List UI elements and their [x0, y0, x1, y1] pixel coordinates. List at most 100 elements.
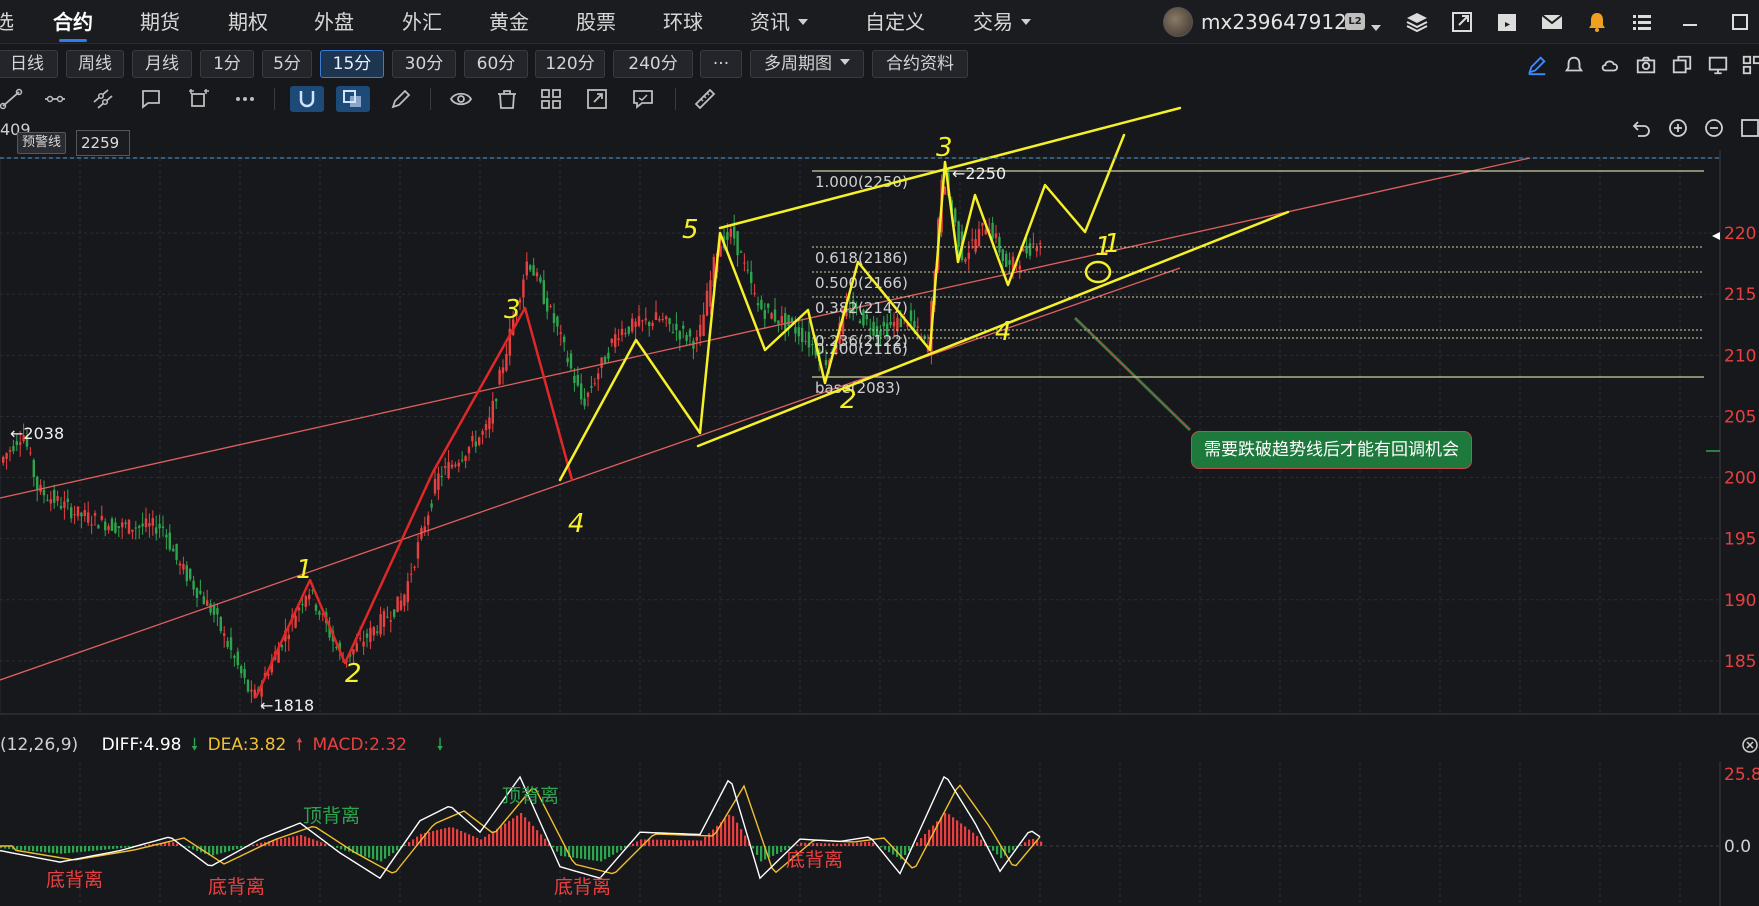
candle-down [134, 527, 137, 529]
annotation-pointer-border [1074, 317, 1191, 431]
candle-up [1032, 243, 1035, 245]
macd-histogram-bar [672, 839, 675, 846]
candle-down [824, 360, 828, 366]
candle-up [964, 258, 967, 262]
candle-up [362, 641, 365, 647]
candle-up [29, 452, 32, 454]
candle-up [396, 596, 399, 613]
candle-down [440, 475, 443, 478]
candle-up [702, 314, 705, 336]
macd-histogram-bar [804, 842, 807, 846]
candle-down [168, 532, 171, 550]
macd-histogram-bar [652, 839, 655, 846]
candle-down [1001, 249, 1004, 262]
macd-histogram-bar [112, 846, 115, 849]
undo-icon[interactable] [1632, 121, 1650, 137]
candle-down [209, 603, 212, 613]
candle-down [529, 265, 532, 270]
macd-histogram-bar [600, 846, 603, 862]
candle-up [804, 340, 807, 342]
candle-up [974, 239, 977, 252]
zoom-in-icon[interactable] [1669, 119, 1687, 137]
macd-histogram-bar [512, 818, 515, 846]
macd-histogram-bar [316, 840, 319, 846]
macd-histogram-bar [432, 831, 435, 846]
zoom-out-icon[interactable] [1705, 119, 1723, 137]
macd-histogram-bar [192, 846, 195, 850]
macd-histogram-bar [524, 817, 527, 846]
y-axis-tick-label: 190 [1724, 591, 1756, 611]
macd-histogram-bar [488, 834, 491, 846]
macd-histogram-bar [560, 846, 563, 856]
alert-line-tag[interactable]: 预警线 [17, 132, 67, 154]
macd-histogram-bar [532, 825, 535, 846]
hand-drawn-annotations: 12345 12341 [254, 106, 1290, 699]
macd-histogram-bar [992, 846, 995, 851]
macd-histogram-bar [100, 846, 103, 851]
macd-histogram-bar [552, 846, 555, 848]
macd-histogram-bar [556, 846, 559, 852]
candle-up [892, 321, 896, 327]
candle-up [450, 464, 454, 468]
close-icon[interactable] [1742, 737, 1758, 753]
candle-down [576, 374, 579, 386]
candle-down [957, 221, 960, 247]
expand-icon[interactable] [1741, 119, 1759, 137]
macd-histogram-bar [396, 846, 399, 851]
macd-histogram-bar [184, 846, 187, 847]
candle-down [280, 645, 284, 648]
candle-down [569, 353, 573, 369]
macd-histogram-bar [80, 846, 83, 852]
candle-up [63, 501, 66, 508]
macd-histogram-bar [604, 846, 607, 860]
candle-up [304, 596, 307, 607]
candle-up [481, 431, 484, 435]
annotation-box[interactable]: 需要跌破趋势线后才能有回调机会 [1191, 431, 1472, 469]
candle-up [467, 446, 471, 454]
alert-value-input[interactable]: 2259 [76, 130, 130, 156]
candle-up [287, 634, 290, 640]
candle-up [447, 462, 450, 479]
candle-down [124, 522, 127, 525]
candle-down [430, 503, 433, 508]
candle-down [236, 651, 239, 666]
candle-down [563, 336, 566, 343]
macd-histogram-bar [144, 845, 147, 846]
candle-down [590, 386, 593, 388]
candle-up [403, 594, 406, 606]
candle-down [376, 631, 379, 633]
macd-histogram-bar [1040, 841, 1043, 846]
kline-chart[interactable]: 1.000(2250)0.618(2186)0.500(2166)0.382(2… [0, 0, 1759, 906]
price-marker-label: ←2250 [952, 164, 1006, 183]
candle-up [478, 437, 481, 445]
macd-histogram-bar [388, 846, 391, 856]
macd-histogram-bar [740, 829, 743, 846]
macd-histogram-bar [756, 846, 759, 855]
macd-histogram-bar [520, 813, 523, 846]
candle-down [858, 320, 862, 324]
candle-up [709, 280, 712, 307]
candle-down [199, 590, 202, 594]
candle-up [294, 615, 297, 628]
candle-down [301, 603, 304, 605]
candle-down [42, 489, 46, 496]
macd-histogram-bar [832, 843, 835, 846]
macd-histogram-bar [360, 846, 363, 856]
macd-histogram-bar [40, 846, 43, 852]
candle-down [539, 277, 542, 282]
candle-up [2, 456, 5, 463]
macd-histogram-bar [772, 846, 775, 856]
fib-level-label: 0.200(2116) [815, 340, 908, 358]
macd-histogram-bar [172, 842, 175, 846]
candle-down [158, 523, 161, 529]
macd-histogram-bar [696, 840, 699, 846]
macd-histogram-bar [732, 816, 735, 846]
candle-up [705, 290, 709, 316]
candle-down [777, 320, 780, 325]
macd-histogram-bar [296, 835, 299, 846]
candle-down [736, 231, 739, 256]
fibonacci-retracement: 1.000(2250)0.618(2186)0.500(2166)0.382(2… [812, 170, 1704, 397]
macd-histogram-bar [292, 836, 295, 846]
candle-up [593, 383, 596, 385]
candle-up [491, 400, 494, 424]
